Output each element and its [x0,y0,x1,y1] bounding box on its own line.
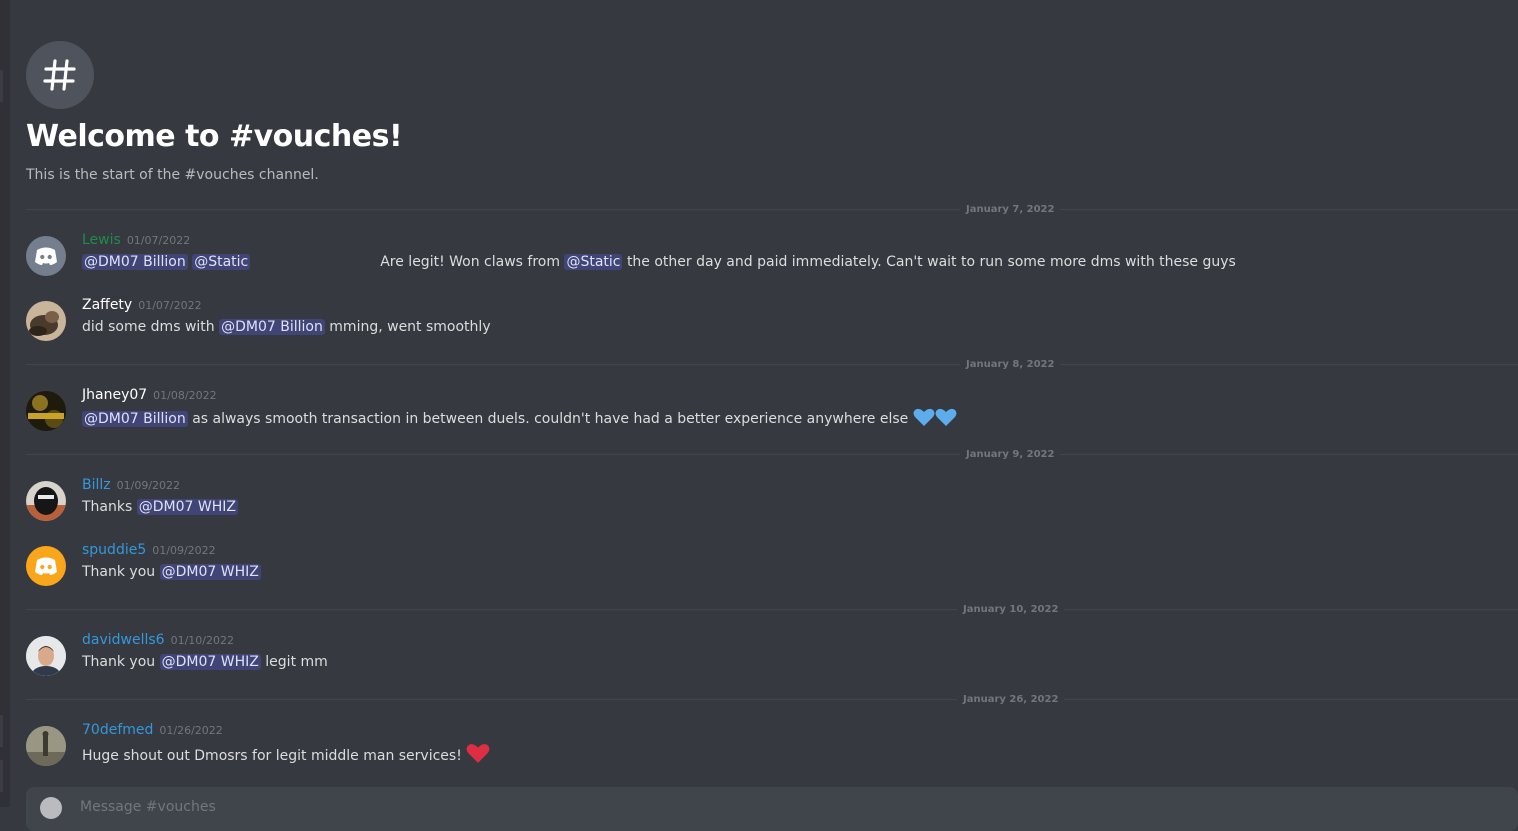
date-divider-label: January 7, 2022 [960,203,1061,216]
message-input[interactable]: Message #vouches [80,799,216,815]
avatar[interactable] [26,301,66,341]
message-text: Are legit! Won claws from [380,254,560,270]
message-text: Thanks [82,499,133,515]
date-divider: January 9, 2022 [26,448,1518,461]
date-divider: January 26, 2022 [26,693,1518,706]
message-text: Thank you [82,564,156,580]
discord-logo-icon [35,557,57,575]
channel-hash-icon [26,41,94,109]
message-content: did some dms with @DM07 Billion mming, w… [82,317,491,337]
message-timestamp: 01/07/2022 [126,234,191,247]
sidebar-nub [0,70,3,102]
user-photo-icon [26,636,66,676]
add-attachment-icon[interactable] [40,797,62,819]
user-mention[interactable]: @DM07 WHIZ [159,654,261,670]
message-timestamp: 01/09/2022 [116,479,181,492]
channel-welcome: Welcome to #vouches! This is the start o… [26,41,403,183]
red-heart-icon[interactable] [466,742,490,770]
message-text: did some dms with [82,319,215,335]
message-content: @DM07 Billion as always smooth transacti… [82,407,957,433]
message-text: mming, went smoothly [329,319,491,335]
avatar[interactable] [26,391,66,431]
message-timestamp: 01/26/2022 [159,724,223,737]
user-mention[interactable]: @DM07 WHIZ [159,564,261,580]
message-text: the other day and paid immediately. Can'… [626,254,1236,270]
message[interactable]: davidwells6 01/10/2022 Thank you @DM07 WH… [26,630,1518,676]
user-mention[interactable]: @DM07 Billion [82,254,188,270]
chat-area: Welcome to #vouches! This is the start o… [10,0,1518,831]
author-name[interactable]: Jhaney07 [82,387,147,403]
message[interactable]: 70defmed 01/26/2022 Huge shout out Dmosrs… [26,720,1518,766]
user-mention[interactable]: @DM07 Billion [219,319,325,335]
message-composer[interactable]: Message #vouches [26,787,1518,831]
user-logo-icon [26,391,66,431]
user-photo-icon [26,481,66,521]
message-content: Huge shout out Dmosrs for legit middle m… [82,742,490,770]
avatar[interactable] [26,636,66,676]
message[interactable]: spuddie5 01/09/2022 Thank you @DM07 WHIZ [26,540,1518,586]
message-text: Thank you [82,654,156,670]
date-divider-label: January 9, 2022 [960,448,1061,461]
user-mention[interactable]: @DM07 Billion [82,411,188,427]
author-name[interactable]: Billz [82,477,111,493]
welcome-subtitle: This is the start of the #vouches channe… [26,167,319,183]
message[interactable]: Lewis 01/07/2022 @DM07 Billion @Static Are… [26,230,1518,276]
date-divider: January 7, 2022 [26,203,1518,216]
discord-logo-icon [35,247,57,265]
date-divider: January 10, 2022 [26,603,1518,616]
message-content: Thanks @DM07 WHIZ [82,497,238,517]
message-timestamp: 01/07/2022 [138,299,202,312]
author-name[interactable]: davidwells6 [82,632,165,648]
message-text: as always smooth transaction in between … [192,411,909,427]
sidebar-nub [0,715,3,747]
message-text: Huge shout out Dmosrs for legit middle m… [82,748,462,764]
avatar[interactable] [26,546,66,586]
message[interactable]: Zaffety 01/07/2022 did some dms with @DM0… [26,295,1518,341]
user-photo-icon [26,301,66,341]
welcome-title: Welcome to #vouches! [26,119,403,154]
author-name[interactable]: Lewis [82,232,121,248]
message-timestamp: 01/10/2022 [170,634,234,647]
user-photo-icon [26,726,66,766]
date-divider-label: January 26, 2022 [957,693,1065,706]
avatar[interactable] [26,481,66,521]
blue-heart-icon[interactable] [913,407,935,433]
message[interactable]: Billz 01/09/2022 Thanks @DM07 WHIZ [26,475,1518,521]
author-name[interactable]: Zaffety [82,297,132,313]
date-divider-label: January 10, 2022 [957,603,1065,616]
date-divider: January 8, 2022 [26,358,1518,371]
date-divider-label: January 8, 2022 [960,358,1061,371]
avatar[interactable] [26,236,66,276]
message-timestamp: 01/09/2022 [152,544,216,557]
server-sidebar-edge [0,0,10,807]
user-mention[interactable]: @Static [564,254,623,270]
user-mention[interactable]: @Static [192,254,251,270]
message-timestamp: 01/08/2022 [153,389,217,402]
message-content: Thank you @DM07 WHIZ [82,562,261,582]
user-mention[interactable]: @DM07 WHIZ [136,499,238,515]
message[interactable]: Jhaney07 01/08/2022 @DM07 Billion as alwa… [26,385,1518,431]
message-content: @DM07 Billion @Static Are legit! Won claw… [82,252,1236,272]
author-name[interactable]: spuddie5 [82,542,146,558]
message-content: Thank you @DM07 WHIZ legit mm [82,652,328,672]
sidebar-nub [0,760,3,792]
author-name[interactable]: 70defmed [82,722,153,738]
blue-heart-icon[interactable] [935,407,957,433]
message-text: legit mm [265,654,328,670]
avatar[interactable] [26,726,66,766]
